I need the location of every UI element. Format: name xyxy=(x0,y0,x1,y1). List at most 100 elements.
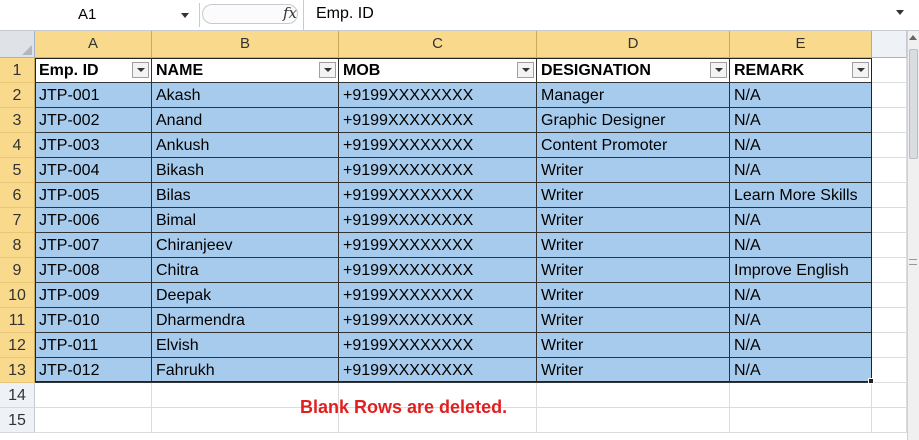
table-cell[interactable]: JTP-012 xyxy=(35,358,152,383)
empty-cell[interactable] xyxy=(872,358,907,383)
table-header-cell[interactable]: DESIGNATION xyxy=(537,58,730,83)
row-header-14[interactable]: 14 xyxy=(0,383,35,408)
fill-handle[interactable] xyxy=(868,378,874,384)
table-cell[interactable]: Deepak xyxy=(152,283,339,308)
row-header-5[interactable]: 5 xyxy=(0,158,35,183)
table-cell[interactable]: +9199XXXXXXXX xyxy=(339,108,537,133)
empty-cell[interactable] xyxy=(537,383,730,408)
table-cell[interactable]: +9199XXXXXXXX xyxy=(339,333,537,358)
row-header-15[interactable]: 15 xyxy=(0,408,35,433)
row-header-7[interactable]: 7 xyxy=(0,208,35,233)
empty-cell[interactable] xyxy=(872,208,907,233)
filter-dropdown-icon[interactable] xyxy=(132,62,149,78)
scroll-up-icon[interactable] xyxy=(909,35,917,40)
table-cell[interactable]: +9199XXXXXXXX xyxy=(339,133,537,158)
table-cell[interactable]: JTP-007 xyxy=(35,233,152,258)
table-cell[interactable]: N/A xyxy=(730,133,872,158)
table-cell[interactable]: Graphic Designer xyxy=(537,108,730,133)
table-cell[interactable]: Writer xyxy=(537,158,730,183)
select-all-button[interactable] xyxy=(0,31,35,58)
empty-cell[interactable] xyxy=(537,408,730,433)
table-cell[interactable]: N/A xyxy=(730,83,872,108)
vertical-scrollbar[interactable] xyxy=(907,31,919,440)
empty-cell[interactable] xyxy=(872,408,907,433)
formula-input[interactable]: Emp. ID xyxy=(303,0,907,30)
table-cell[interactable]: Dharmendra xyxy=(152,308,339,333)
table-cell[interactable]: Writer xyxy=(537,183,730,208)
table-cell[interactable]: Writer xyxy=(537,208,730,233)
empty-cell[interactable] xyxy=(872,158,907,183)
table-cell[interactable]: JTP-009 xyxy=(35,283,152,308)
scrollbar-thumb[interactable] xyxy=(909,49,918,159)
table-cell[interactable]: +9199XXXXXXXX xyxy=(339,283,537,308)
table-cell[interactable]: N/A xyxy=(730,333,872,358)
filter-dropdown-icon[interactable] xyxy=(319,62,336,78)
empty-cell[interactable] xyxy=(872,283,907,308)
table-cell[interactable]: Writer xyxy=(537,333,730,358)
table-cell[interactable]: Bikash xyxy=(152,158,339,183)
table-cell[interactable]: N/A xyxy=(730,208,872,233)
table-cell[interactable]: JTP-010 xyxy=(35,308,152,333)
row-header-1[interactable]: 1 xyxy=(0,58,35,83)
table-cell[interactable]: Writer xyxy=(537,308,730,333)
table-cell[interactable]: +9199XXXXXXXX xyxy=(339,233,537,258)
table-cell[interactable]: Elvish xyxy=(152,333,339,358)
row-header-3[interactable]: 3 xyxy=(0,108,35,133)
insert-function-icon[interactable]: fx xyxy=(283,4,297,22)
empty-cell[interactable] xyxy=(872,383,907,408)
empty-cell[interactable] xyxy=(872,308,907,333)
table-cell[interactable]: JTP-003 xyxy=(35,133,152,158)
empty-cell[interactable] xyxy=(872,183,907,208)
filter-dropdown-icon[interactable] xyxy=(710,62,727,78)
table-cell[interactable]: N/A xyxy=(730,308,872,333)
row-header-6[interactable]: 6 xyxy=(0,183,35,208)
table-cell[interactable]: N/A xyxy=(730,283,872,308)
table-cell[interactable]: Improve English xyxy=(730,258,872,283)
table-cell[interactable]: Manager xyxy=(537,83,730,108)
empty-cell[interactable] xyxy=(730,383,872,408)
row-header-10[interactable]: 10 xyxy=(0,283,35,308)
table-header-cell[interactable]: MOB xyxy=(339,58,537,83)
empty-cell[interactable] xyxy=(872,108,907,133)
table-cell[interactable]: +9199XXXXXXXX xyxy=(339,83,537,108)
table-cell[interactable]: JTP-005 xyxy=(35,183,152,208)
table-cell[interactable]: JTP-002 xyxy=(35,108,152,133)
filter-dropdown-icon[interactable] xyxy=(852,62,869,78)
table-cell[interactable]: Chiranjeev xyxy=(152,233,339,258)
table-cell[interactable]: JTP-011 xyxy=(35,333,152,358)
column-header-e[interactable]: E xyxy=(730,31,872,58)
row-header-4[interactable]: 4 xyxy=(0,133,35,158)
table-cell[interactable]: Writer xyxy=(537,233,730,258)
table-cell[interactable]: N/A xyxy=(730,108,872,133)
table-cell[interactable]: +9199XXXXXXXX xyxy=(339,258,537,283)
table-cell[interactable]: JTP-006 xyxy=(35,208,152,233)
table-cell[interactable]: Bimal xyxy=(152,208,339,233)
table-cell[interactable]: Anand xyxy=(152,108,339,133)
table-cell[interactable]: Akash xyxy=(152,83,339,108)
column-header-b[interactable]: B xyxy=(152,31,339,58)
table-cell[interactable]: N/A xyxy=(730,358,872,383)
column-header-d[interactable]: D xyxy=(537,31,730,58)
empty-cell[interactable] xyxy=(872,233,907,258)
empty-cell[interactable] xyxy=(872,133,907,158)
column-header-c[interactable]: C xyxy=(339,31,537,58)
row-header-9[interactable]: 9 xyxy=(0,258,35,283)
table-cell[interactable]: JTP-004 xyxy=(35,158,152,183)
empty-cell[interactable] xyxy=(35,383,152,408)
table-cell[interactable]: +9199XXXXXXXX xyxy=(339,358,537,383)
row-header-2[interactable]: 2 xyxy=(0,83,35,108)
table-cell[interactable]: Chitra xyxy=(152,258,339,283)
table-cell[interactable]: N/A xyxy=(730,233,872,258)
table-cell[interactable]: Ankush xyxy=(152,133,339,158)
table-cell[interactable]: Writer xyxy=(537,258,730,283)
expand-formula-bar-icon[interactable] xyxy=(896,10,904,15)
row-header-13[interactable]: 13 xyxy=(0,358,35,383)
empty-cell[interactable] xyxy=(872,333,907,358)
table-cell[interactable]: Learn More Skills xyxy=(730,183,872,208)
empty-cell[interactable] xyxy=(872,258,907,283)
table-cell[interactable]: JTP-001 xyxy=(35,83,152,108)
table-cell[interactable]: Writer xyxy=(537,358,730,383)
empty-cell[interactable] xyxy=(35,408,152,433)
name-box[interactable]: A1 xyxy=(0,3,200,27)
table-cell[interactable]: Fahrukh xyxy=(152,358,339,383)
